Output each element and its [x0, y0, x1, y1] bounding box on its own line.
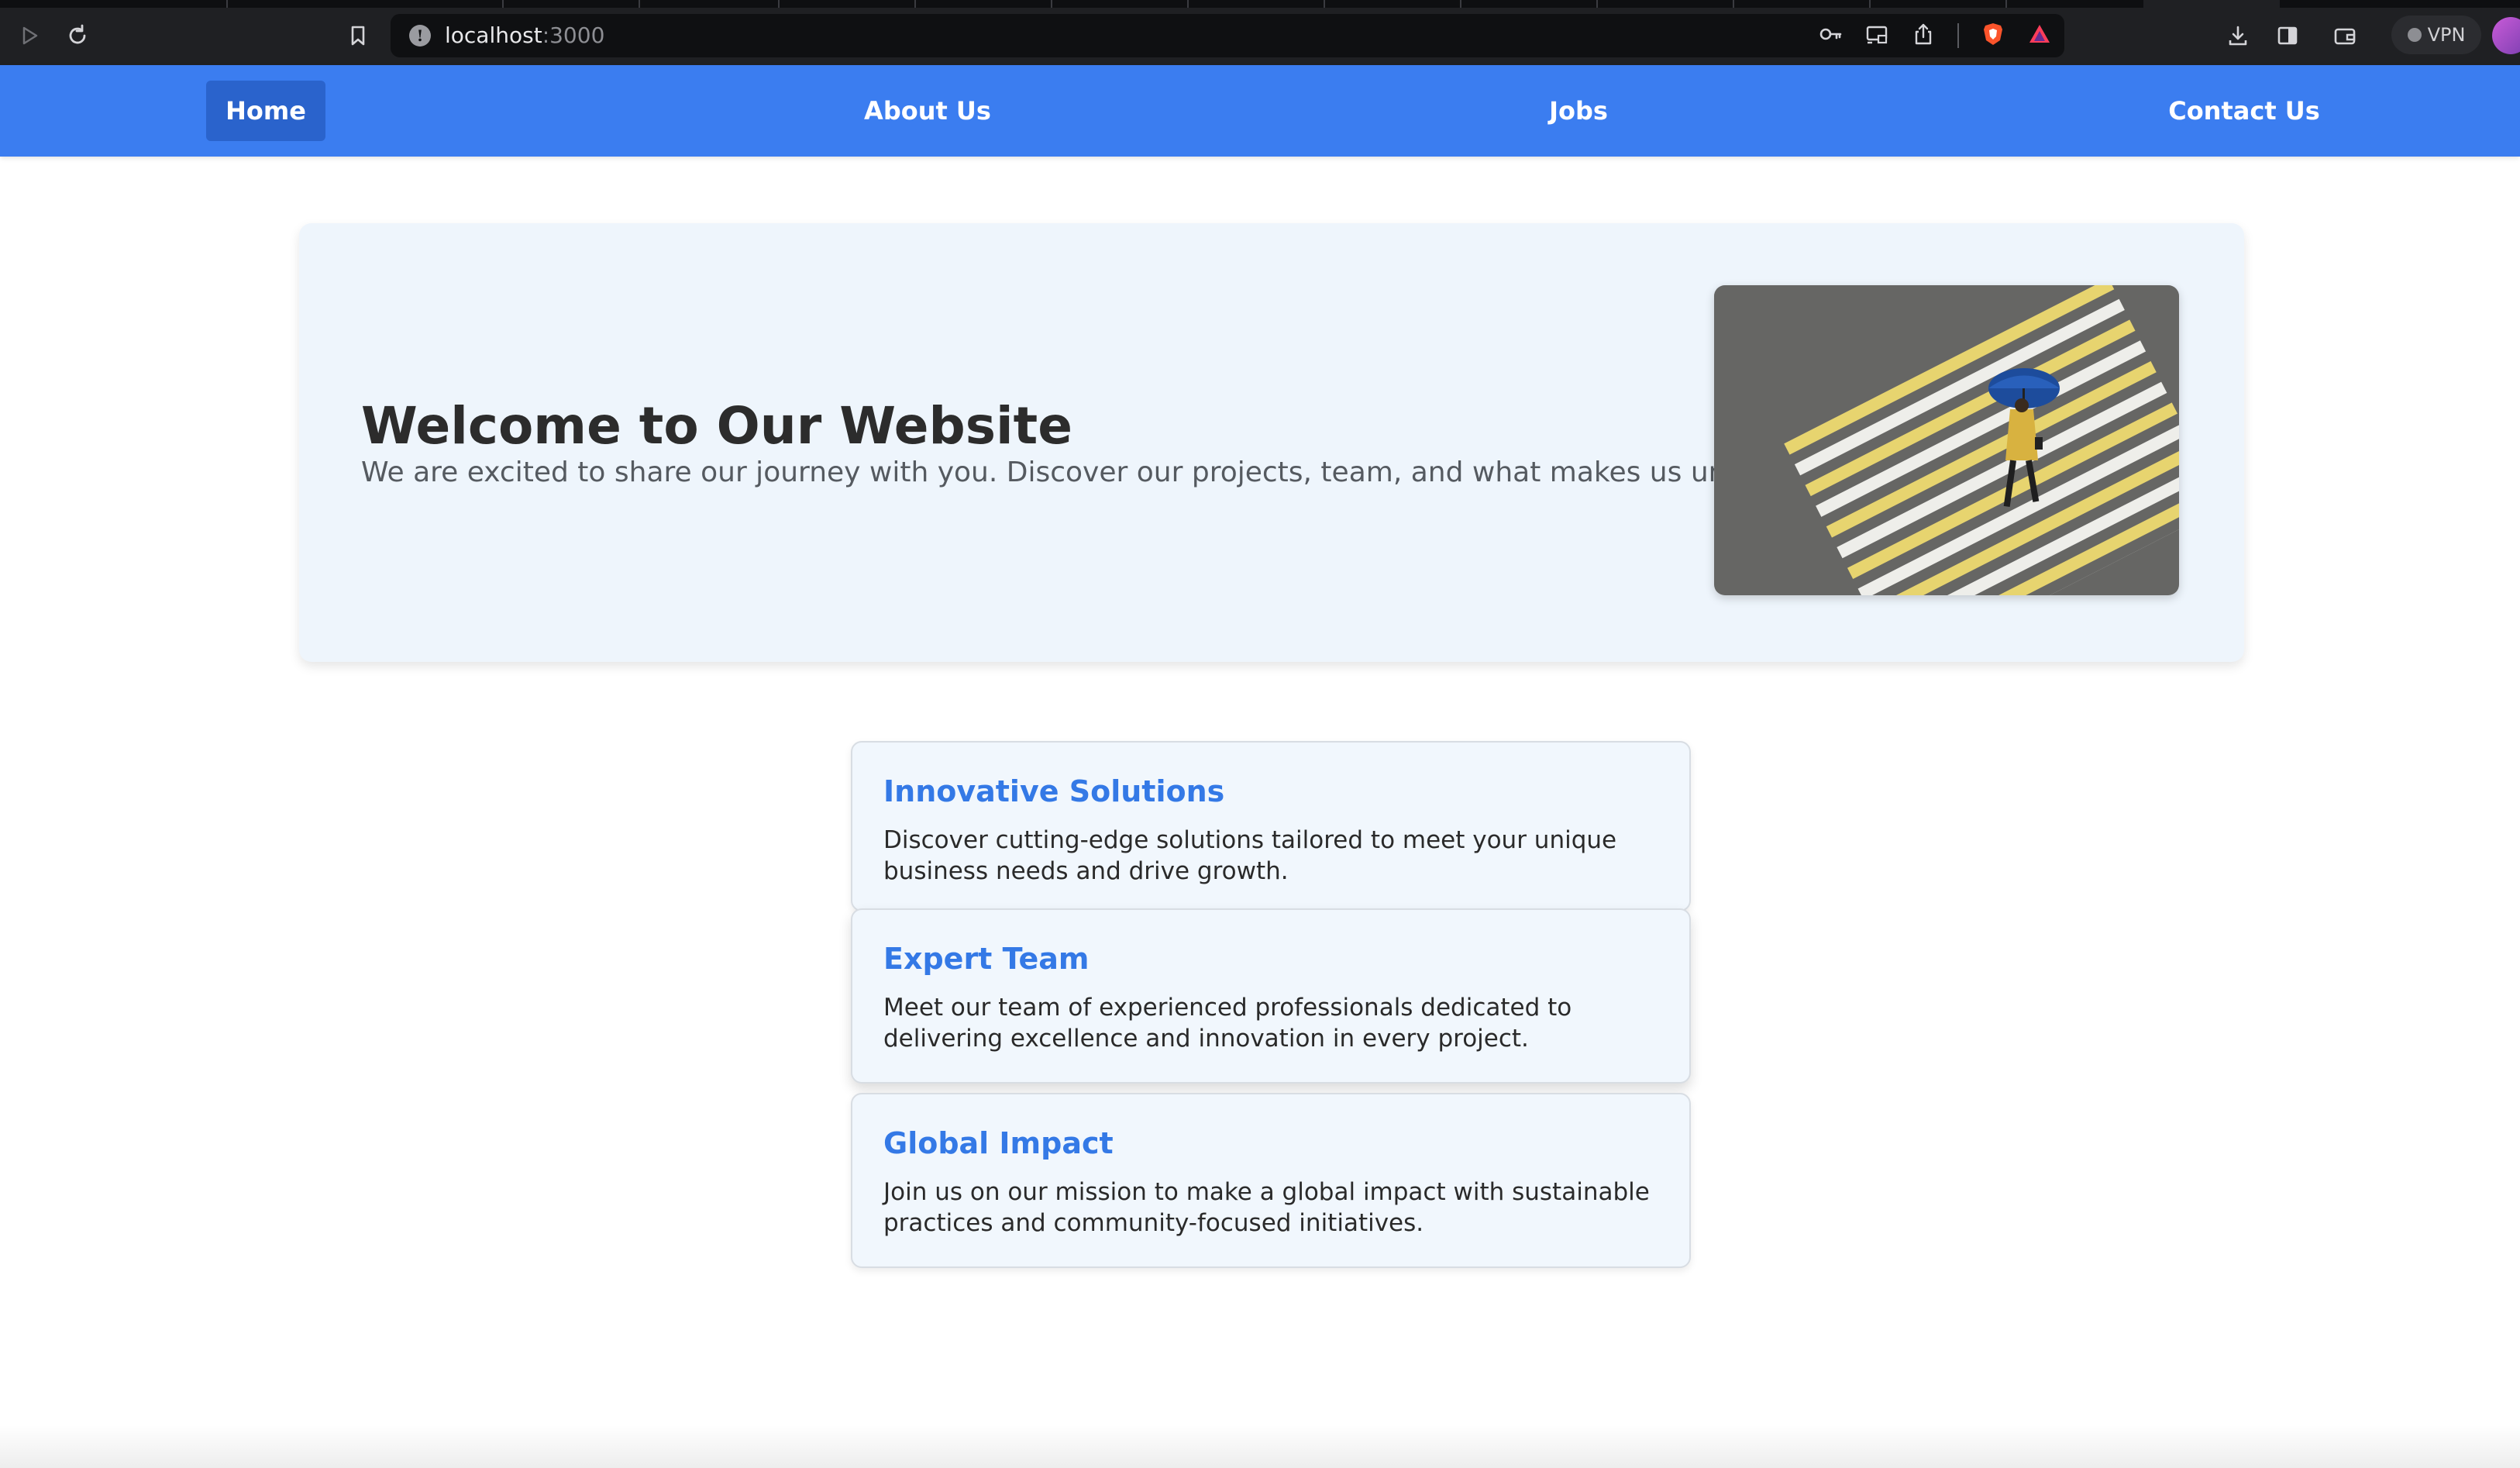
site-nav: Home About Us Jobs Contact Us [0, 65, 2520, 157]
tab-separator [639, 0, 640, 8]
tab-separator [1733, 0, 1734, 8]
tab-separator [1187, 0, 1189, 8]
tab-separator [778, 0, 780, 8]
share-icon[interactable] [1911, 22, 1936, 50]
tab-separator [226, 0, 228, 8]
tab-strip[interactable] [0, 0, 2520, 8]
hero-title: Welcome to Our Website [361, 396, 1072, 456]
address-bar[interactable]: ! localhost:3000 [391, 14, 2064, 57]
page-bottom-shadow [0, 1425, 2520, 1468]
hero-subtitle: We are excited to share our journey with… [361, 457, 1795, 488]
feature-card-expert-team[interactable]: Expert Team Meet our team of experienced… [851, 908, 1691, 1084]
tab-separator [914, 0, 916, 8]
nav-about-us[interactable]: About Us [829, 81, 1026, 141]
bookmark-icon[interactable] [343, 20, 374, 51]
feature-card-description: Meet our team of experienced professiona… [883, 994, 1572, 1053]
url-host: localhost [445, 22, 542, 48]
tab-separator [1596, 0, 1598, 8]
tab-separator [1460, 0, 1461, 8]
tab-separator [1869, 0, 1871, 8]
wallet-icon[interactable] [2329, 20, 2360, 51]
active-tab[interactable] [2143, 0, 2280, 8]
key-icon[interactable] [1818, 22, 1843, 50]
feature-card-title: Expert Team [883, 942, 1090, 976]
tab-separator [502, 0, 504, 8]
vpn-status-icon [2407, 28, 2422, 42]
vpn-label: VPN [2427, 24, 2466, 46]
download-icon[interactable] [2222, 20, 2253, 51]
feature-card-description: Discover cutting-edge solutions tailored… [883, 826, 1617, 885]
brave-rewards-icon[interactable] [2027, 22, 2052, 50]
hero-image [1714, 285, 2179, 595]
url-text[interactable]: localhost:3000 [445, 23, 604, 48]
play-icon[interactable] [14, 20, 45, 51]
cast-icon[interactable] [1864, 22, 1889, 50]
sidebar-icon[interactable] [2272, 20, 2303, 51]
tab-separator [1324, 0, 1325, 8]
address-bar-divider [1957, 23, 1959, 48]
profile-avatar[interactable] [2492, 17, 2520, 54]
nav-contact-us[interactable]: Contact Us [2151, 81, 2337, 141]
tab-separator [2005, 0, 2007, 8]
vpn-button[interactable]: VPN [2391, 16, 2481, 54]
site-info-icon[interactable]: ! [409, 25, 431, 47]
nav-home[interactable]: Home [206, 81, 325, 141]
nav-jobs[interactable]: Jobs [1519, 81, 1638, 141]
feature-card-title: Global Impact [883, 1126, 1114, 1160]
tab-separator [1051, 0, 1052, 8]
hero-section: Welcome to Our Website We are excited to… [299, 223, 2244, 662]
url-port: :3000 [542, 22, 605, 48]
feature-card-global-impact[interactable]: Global Impact Join us on our mission to … [851, 1093, 1691, 1268]
feature-card-description: Join us on our mission to make a global … [883, 1178, 1650, 1237]
feature-card-title: Innovative Solutions [883, 774, 1225, 808]
feature-card-innovative-solutions[interactable]: Innovative Solutions Discover cutting-ed… [851, 741, 1691, 911]
brave-shield-icon[interactable] [1981, 22, 2005, 50]
browser-toolbar: ! localhost:3000 VPN [0, 0, 2520, 65]
reload-icon[interactable] [62, 20, 93, 51]
